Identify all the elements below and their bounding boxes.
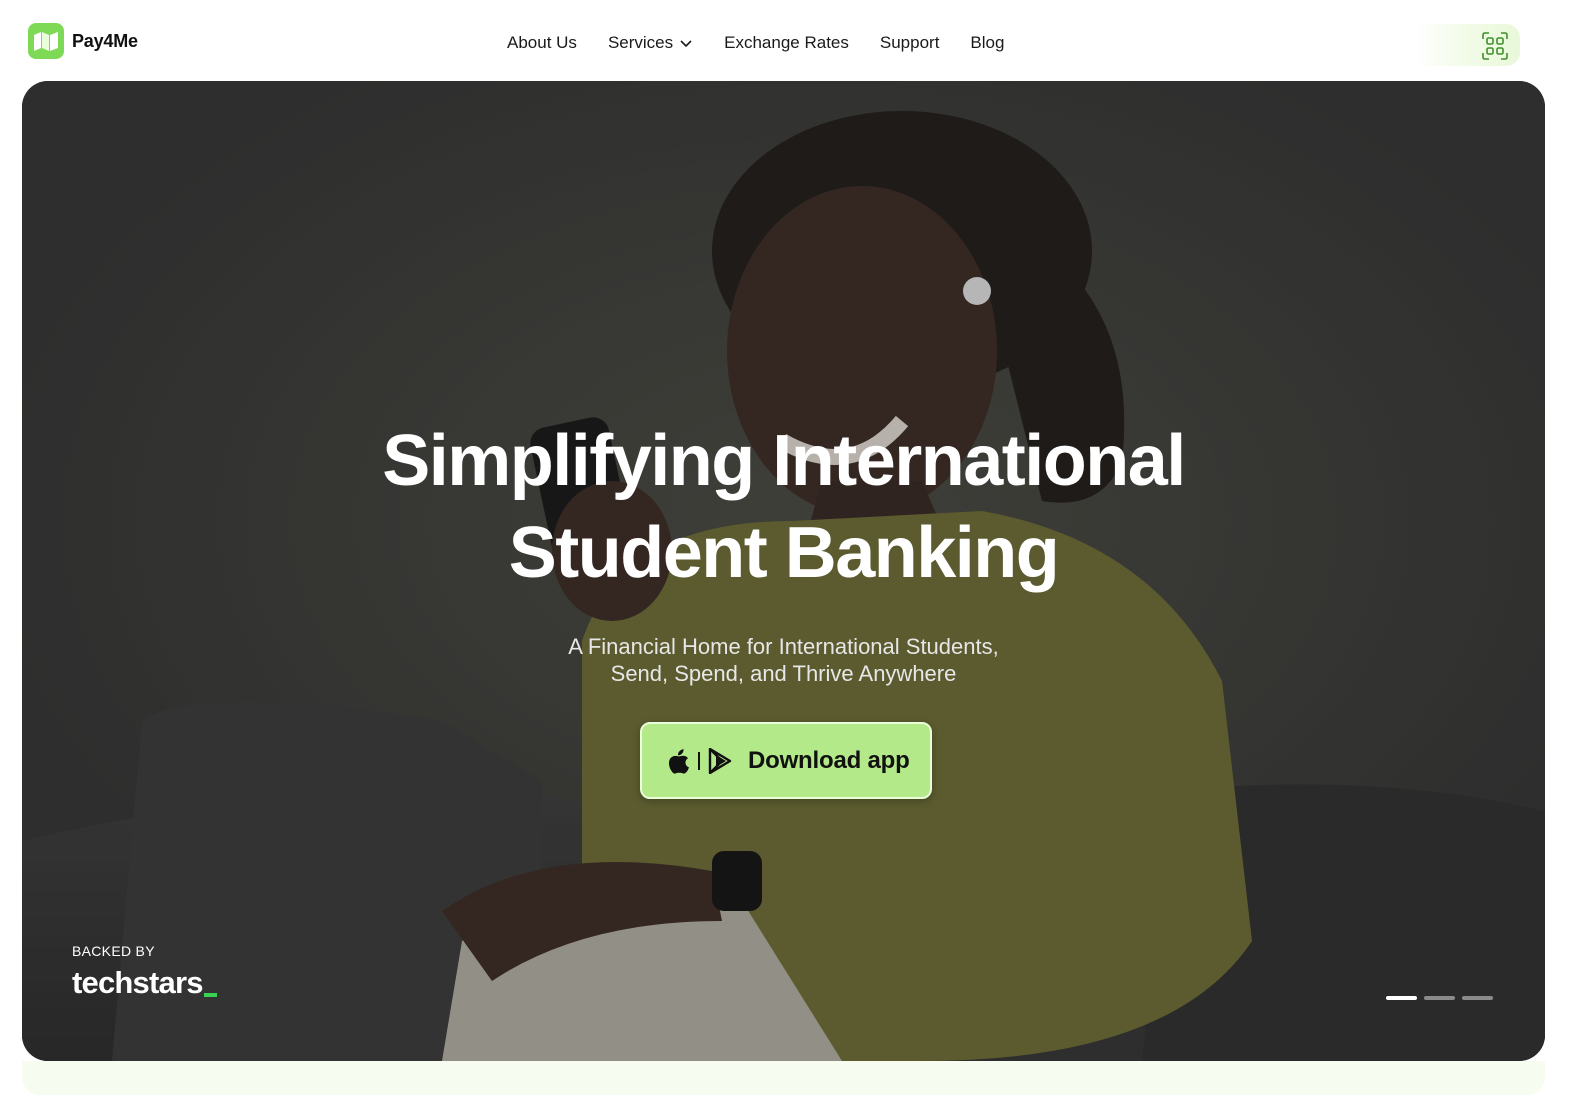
techstars-underscore — [203, 993, 217, 997]
download-app-label: Download app — [748, 746, 910, 774]
main-nav: About Us Services Exchange Rates Support… — [507, 33, 1004, 53]
google-play-icon — [708, 747, 732, 774]
apple-icon — [668, 748, 689, 774]
hero-section: Simplifying International Student Bankin… — [22, 81, 1545, 1061]
nav-services[interactable]: Services — [608, 33, 693, 53]
backed-by: BACKED BY techstars — [72, 943, 217, 1001]
nav-support[interactable]: Support — [880, 33, 940, 53]
qr-code-icon — [1482, 32, 1508, 60]
site-header: Pay4Me About Us Services Exchange Rates … — [0, 0, 1569, 82]
store-icons — [668, 747, 732, 774]
nav-about-us[interactable]: About Us — [507, 33, 577, 53]
techstars-logo: techstars — [72, 965, 217, 1001]
headline-line-2: Student Banking — [508, 513, 1060, 593]
techstars-wordmark: techstars — [72, 965, 203, 1000]
pay4me-logo-icon — [28, 23, 64, 59]
subheadline-line-2: Send, Spend, and Thrive Anywhere — [610, 661, 957, 686]
brand-name: Pay4Me — [72, 30, 138, 51]
carousel-dot-1[interactable] — [1386, 996, 1417, 1000]
subheadline-line-1: A Financial Home for International Stude… — [568, 634, 999, 659]
chevron-down-icon — [680, 39, 692, 47]
qr-code-button[interactable] — [1414, 24, 1520, 66]
download-app-button[interactable]: Download app — [640, 722, 932, 799]
button-separator — [698, 751, 700, 770]
nav-blog[interactable]: Blog — [970, 33, 1004, 53]
hero-subheadline: A Financial Home for International Stude… — [22, 633, 1545, 687]
carousel-indicators — [1386, 996, 1493, 1000]
headline-line-1: Simplifying International — [382, 421, 1186, 501]
carousel-dot-3[interactable] — [1462, 996, 1493, 1000]
nav-exchange-rates[interactable]: Exchange Rates — [724, 33, 849, 53]
carousel-dot-2[interactable] — [1424, 996, 1455, 1000]
next-section-edge — [22, 1061, 1545, 1095]
brand-logo[interactable]: Pay4Me — [28, 23, 138, 59]
backed-by-label: BACKED BY — [72, 943, 155, 959]
hero-headline: Simplifying International Student Bankin… — [22, 415, 1545, 599]
